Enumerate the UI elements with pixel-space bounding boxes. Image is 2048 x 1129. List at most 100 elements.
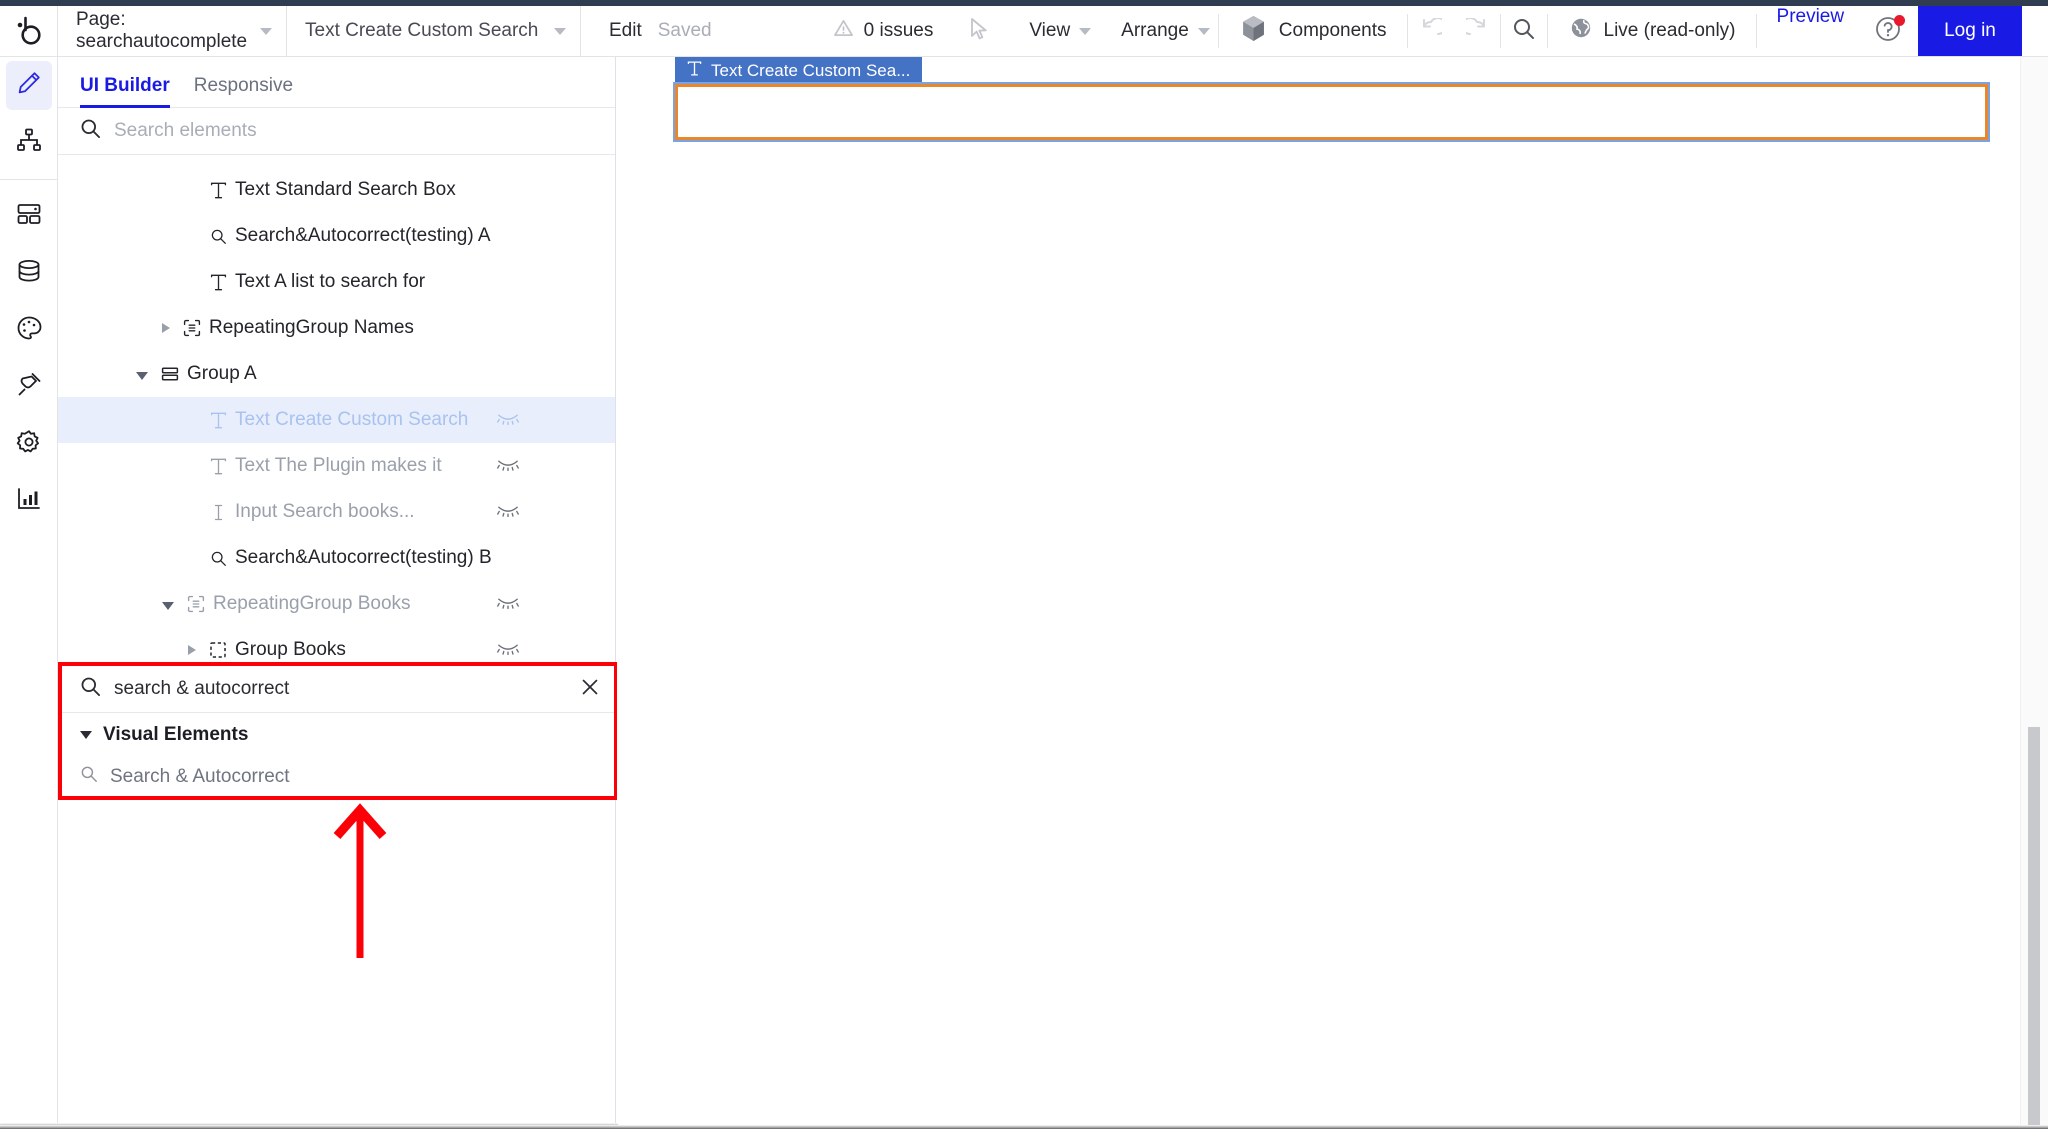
tree-item-label: Text A list to search for — [235, 271, 426, 292]
selected-element-badge[interactable]: Text Create Custom Sea... — [675, 57, 923, 84]
text-icon — [205, 412, 231, 429]
tree-item[interactable]: Input Search books... — [58, 489, 615, 535]
eye-closed-icon[interactable] — [497, 593, 519, 615]
page-selector-label: Page: searchautocomplete — [76, 9, 248, 52]
rail-item-workflow[interactable] — [0, 114, 58, 171]
warning-triangle-icon — [833, 19, 853, 43]
layout-icon — [16, 201, 42, 232]
chevron-down-icon — [554, 27, 566, 35]
redo-button[interactable] — [1454, 6, 1500, 56]
element-search-bar[interactable] — [58, 108, 615, 155]
selected-element-outline[interactable] — [673, 82, 1990, 142]
login-button[interactable]: Log in — [1918, 6, 2022, 56]
issues-button[interactable]: 0 issues — [734, 19, 952, 43]
tree-twist-open-icon[interactable] — [162, 602, 174, 610]
cursor-arrow-icon — [969, 17, 989, 45]
tree-item[interactable]: Text Standard Search Box — [58, 167, 615, 213]
edit-mode-button[interactable]: Edit — [581, 20, 658, 42]
chevron-down-icon — [1197, 27, 1210, 35]
tree-twist-closed-icon[interactable] — [162, 323, 170, 333]
tree-item-label: Group Books — [235, 639, 346, 660]
rail-item-data[interactable] — [0, 245, 58, 302]
bubble-editor-window: Page: searchautocomplete Text Create Cus… — [0, 0, 2048, 1129]
tree-item-label: Group A — [187, 363, 257, 384]
tab-ui-builder[interactable]: UI Builder — [80, 75, 170, 108]
input-icon — [205, 504, 231, 521]
rail-item-logs[interactable] — [0, 473, 58, 530]
canvas-vertical-scrollbar-thumb[interactable] — [2028, 727, 2040, 1129]
search-icon — [1512, 17, 1536, 46]
search-result-label: Search & Autocorrect — [110, 766, 290, 787]
selected-element-badge-label: Text Create Custom Sea... — [711, 60, 911, 80]
tree-item-label: RepeatingGroup Books — [213, 593, 411, 614]
rail-item-plugins[interactable] — [0, 359, 58, 416]
tree-item[interactable]: Search&Autocorrect(testing) A — [58, 213, 615, 259]
search-result-group-header[interactable]: Visual Elements — [62, 713, 614, 757]
components-button[interactable]: Components — [1219, 6, 1407, 56]
element-search-field[interactable]: search & autocorrect — [62, 666, 614, 713]
notification-badge — [1894, 15, 1906, 26]
plug-icon — [16, 372, 42, 403]
search-button[interactable] — [1501, 6, 1547, 56]
save-status: Saved — [657, 20, 712, 41]
tree-twist-open-icon[interactable] — [136, 372, 148, 380]
tree-item-label: Text Create Custom Search — [235, 409, 469, 430]
text-icon — [205, 458, 231, 475]
tree-item[interactable]: Text A list to search for — [58, 259, 615, 305]
cursor-tool-button[interactable] — [951, 17, 1007, 45]
live-version-button[interactable]: Live (read-only) — [1548, 6, 1756, 56]
eye-closed-icon[interactable] — [497, 409, 519, 431]
repeating-group-icon — [179, 319, 205, 337]
components-label: Components — [1278, 20, 1387, 41]
database-icon — [16, 258, 42, 289]
canvas-inner: Text Create Custom Sea... — [617, 57, 2048, 1129]
search-input[interactable] — [114, 120, 544, 142]
view-menu-label: View — [1029, 20, 1071, 41]
palette-icon — [16, 315, 42, 346]
sitemap-icon — [16, 127, 42, 158]
close-x-icon[interactable] — [580, 677, 600, 702]
tree-item[interactable]: Text Create Custom Search — [58, 397, 615, 443]
arrange-menu[interactable]: Arrange — [1099, 20, 1218, 42]
element-tree: Text Standard Search Box Search&Autocorre… — [58, 155, 615, 675]
tree-item[interactable]: Text The Plugin makes it — [58, 443, 615, 489]
rail-item-settings[interactable] — [0, 416, 58, 473]
panel-tabs: UI Builder Responsive — [58, 57, 615, 108]
top-toolbar: Page: searchautocomplete Text Create Cus… — [0, 6, 2048, 57]
tree-item[interactable]: RepeatingGroup Names — [58, 305, 615, 351]
group-box-icon — [205, 641, 231, 659]
design-canvas[interactable]: Text Create Custom Sea... — [617, 57, 2048, 1129]
rail-item-layout[interactable] — [0, 188, 58, 245]
tab-responsive[interactable]: Responsive — [194, 75, 293, 107]
repeating-group-icon — [183, 595, 209, 613]
text-icon — [687, 60, 702, 81]
eye-closed-icon[interactable] — [497, 501, 519, 523]
tree-item[interactable]: Search&Autocorrect(testing) B — [58, 535, 615, 581]
element-search-dropdown: search & autocorrect Visual Elements Sea… — [58, 662, 618, 800]
undo-button[interactable] — [1408, 6, 1454, 56]
chevron-down-icon — [260, 27, 272, 35]
window-bottom-shadow — [0, 1125, 2048, 1129]
tree-item[interactable]: RepeatingGroup Books — [58, 581, 615, 627]
tree-item-label: Search&Autocorrect(testing) A — [235, 225, 491, 246]
eye-closed-icon[interactable] — [497, 455, 519, 477]
search-result-item[interactable]: Search & Autocorrect — [62, 757, 614, 797]
arrange-menu-label: Arrange — [1121, 20, 1189, 41]
text-icon — [205, 182, 231, 199]
globe-icon — [1570, 17, 1592, 45]
tree-item-label: RepeatingGroup Names — [209, 317, 414, 338]
eye-closed-icon[interactable] — [497, 639, 519, 661]
tree-twist-closed-icon[interactable] — [188, 645, 196, 655]
tree-item[interactable]: Group A — [58, 351, 615, 397]
help-button[interactable] — [1864, 6, 1918, 56]
page-selector[interactable]: Page: searchautocomplete — [58, 6, 287, 56]
element-selector[interactable]: Text Create Custom Search — [287, 6, 581, 56]
pencil-icon — [16, 70, 42, 101]
rail-item-design[interactable] — [0, 57, 58, 114]
gear-icon — [16, 429, 42, 460]
preview-button[interactable]: Preview — [1757, 6, 1865, 56]
bubble-logo[interactable] — [0, 6, 58, 56]
view-menu[interactable]: View — [1007, 20, 1099, 42]
tree-item-label: Search&Autocorrect(testing) B — [235, 547, 492, 568]
rail-item-styles[interactable] — [0, 302, 58, 359]
